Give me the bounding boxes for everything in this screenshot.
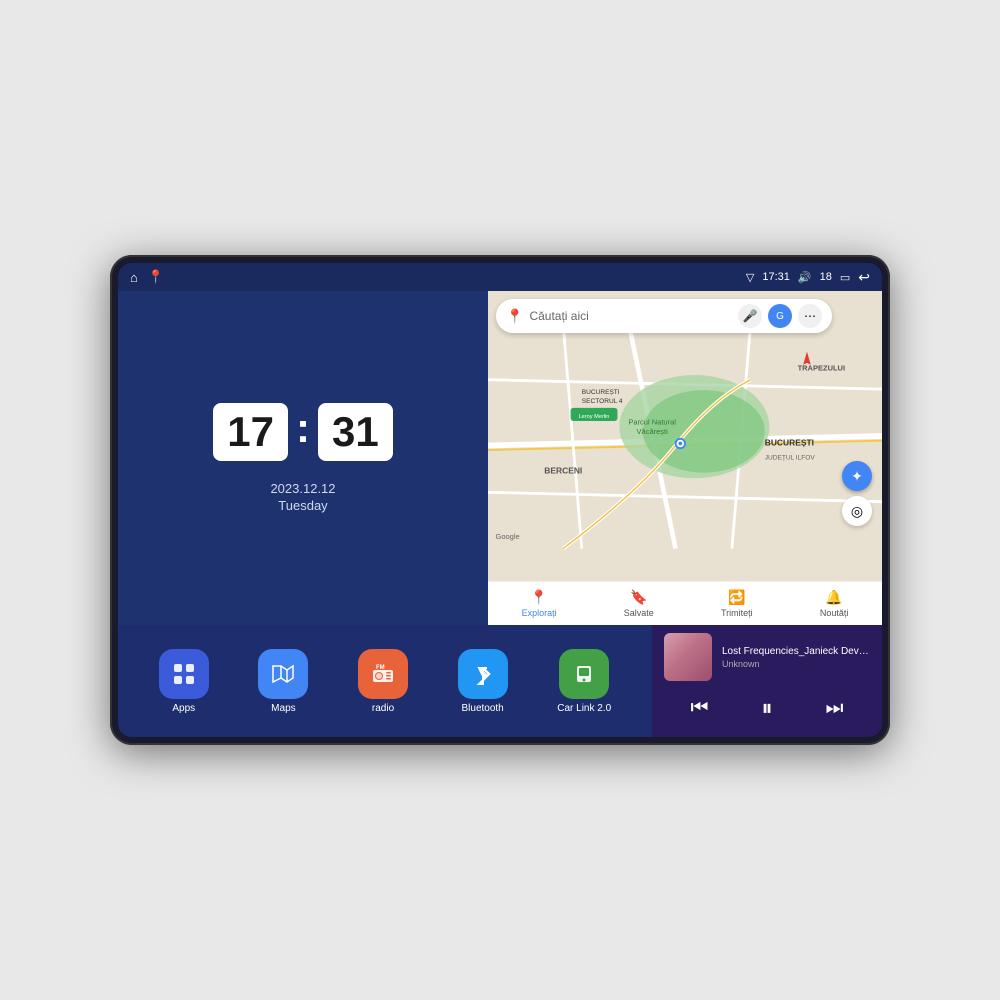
status-bar: ⌂ 📍 ▽ 17:31 🔊 18 ▭ ↩ [118, 263, 882, 291]
maps-icon [258, 649, 308, 699]
app-launcher: Apps Maps [118, 625, 652, 737]
status-time: 17:31 [762, 271, 790, 283]
map-nav-salvate[interactable]: 🔖 Salvate [624, 589, 654, 618]
map-nav-explora[interactable]: 📍 Explorați [522, 589, 557, 618]
music-artist: Unknown [722, 659, 870, 669]
device-screen: ⌂ 📍 ▽ 17:31 🔊 18 ▭ ↩ 17 : [118, 263, 882, 737]
map-panel[interactable]: 📍 Căutați aici 🎤 G ⋯ [488, 291, 882, 625]
battery-level: 18 [820, 271, 832, 283]
status-bar-right: ▽ 17:31 🔊 18 ▭ ↩ [746, 269, 870, 286]
clock-hour: 17 [213, 403, 288, 461]
status-bar-left: ⌂ 📍 [130, 269, 164, 285]
svg-text:SECTORUL 4: SECTORUL 4 [582, 398, 623, 405]
radio-icon: FM [358, 649, 408, 699]
home-icon[interactable]: ⌂ [130, 270, 138, 285]
map-nav-noutati[interactable]: 🔔 Noutăți [820, 589, 849, 618]
map-search-bar[interactable]: 📍 Căutați aici 🎤 G ⋯ [496, 299, 832, 333]
volume-icon[interactable]: 🔊 [798, 271, 812, 284]
svg-text:BUCUREȘTI: BUCUREȘTI [582, 389, 620, 396]
device-outer: ⌂ 📍 ▽ 17:31 🔊 18 ▭ ↩ 17 : [110, 255, 890, 745]
prev-button[interactable]: ⏮ [682, 693, 716, 724]
clock-display: 17 : 31 [213, 403, 392, 461]
app-item-apps[interactable]: Apps [159, 649, 209, 714]
music-title: Lost Frequencies_Janieck Devy-... [722, 646, 870, 657]
map-search-icons: 🎤 G ⋯ [738, 304, 822, 328]
explora-icon: 📍 [530, 589, 547, 606]
salvate-label: Salvate [624, 608, 654, 618]
bluetooth-label: Bluetooth [461, 703, 503, 714]
maps-status-icon[interactable]: 📍 [148, 269, 164, 285]
profile-icon[interactable]: G [768, 304, 792, 328]
bottom-section: Apps Maps [118, 625, 882, 737]
svg-text:Google: Google [496, 532, 520, 541]
back-icon[interactable]: ↩ [858, 269, 870, 286]
maps-label: Maps [271, 703, 295, 714]
map-compass[interactable]: ◎ [842, 496, 872, 526]
svg-text:Parcul Natural: Parcul Natural [628, 418, 676, 427]
music-info: Lost Frequencies_Janieck Devy-... Unknow… [722, 646, 870, 669]
battery-icon: ▭ [840, 271, 850, 284]
music-album-art [664, 633, 712, 681]
top-section: 17 : 31 2023.12.12 Tuesday 📍 Căutați aic… [118, 291, 882, 625]
map-nav-trimiteti[interactable]: 🔁 Trimiteți [721, 589, 753, 618]
map-location-button[interactable]: ✦ [842, 461, 872, 491]
apps-icon [159, 649, 209, 699]
play-pause-button[interactable]: ⏸ [753, 691, 780, 725]
explora-label: Explorați [522, 608, 557, 618]
svg-text:TRAPEZULUI: TRAPEZULUI [798, 363, 846, 372]
bluetooth-icon [458, 649, 508, 699]
next-button[interactable]: ⏭ [817, 693, 851, 724]
svg-text:BERCENI: BERCENI [544, 466, 582, 476]
main-content: 17 : 31 2023.12.12 Tuesday 📍 Căutați aic… [118, 291, 882, 737]
svg-text:JUDEȚUL ILFOV: JUDEȚUL ILFOV [765, 454, 816, 461]
salvate-icon: 🔖 [630, 589, 647, 606]
album-face [664, 633, 712, 681]
clock-minute: 31 [318, 403, 393, 461]
map-search-text: Căutați aici [529, 309, 732, 323]
carlink-icon [559, 649, 609, 699]
svg-text:BUCUREȘTI: BUCUREȘTI [765, 437, 814, 447]
noutati-label: Noutăți [820, 608, 849, 618]
music-player: Lost Frequencies_Janieck Devy-... Unknow… [652, 625, 882, 737]
clock-colon: : [296, 404, 310, 452]
svg-text:FM: FM [376, 665, 385, 671]
clock-date-value: 2023.12.12 [270, 481, 335, 496]
map-bottom-nav: 📍 Explorați 🔖 Salvate 🔁 Trimiteți � [488, 581, 882, 625]
noutati-icon: 🔔 [825, 589, 842, 606]
menu-icon[interactable]: ⋯ [798, 304, 822, 328]
radio-label: radio [372, 703, 394, 714]
trimiteti-icon: 🔁 [728, 589, 745, 606]
clock-day: Tuesday [270, 498, 335, 513]
music-controls: ⏮ ⏸ ⏭ [664, 687, 870, 729]
signal-icon: ▽ [746, 271, 754, 284]
map-visual[interactable]: Parcul Natural Văcărești BERCENI TRAPEZU… [488, 291, 882, 581]
apps-label: Apps [172, 703, 195, 714]
carlink-label: Car Link 2.0 [557, 703, 611, 714]
svg-text:Văcărești: Văcărești [637, 427, 669, 436]
clock-date: 2023.12.12 Tuesday [270, 481, 335, 513]
trimiteti-label: Trimiteți [721, 608, 753, 618]
mic-icon[interactable]: 🎤 [738, 304, 762, 328]
app-item-maps[interactable]: Maps [258, 649, 308, 714]
clock-panel: 17 : 31 2023.12.12 Tuesday [118, 291, 488, 625]
app-item-radio[interactable]: FM radio [358, 649, 408, 714]
app-item-carlink[interactable]: Car Link 2.0 [557, 649, 611, 714]
music-top: Lost Frequencies_Janieck Devy-... Unknow… [664, 633, 870, 681]
map-pin-icon: 📍 [506, 308, 523, 325]
svg-text:Leroy Merlin: Leroy Merlin [579, 414, 610, 420]
app-item-bluetooth[interactable]: Bluetooth [458, 649, 508, 714]
